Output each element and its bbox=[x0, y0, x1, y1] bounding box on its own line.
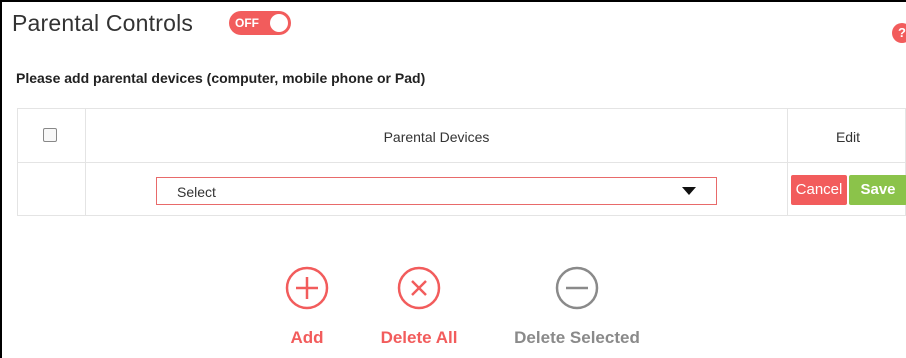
device-select-value: Select bbox=[177, 184, 216, 200]
toggle-state-label: OFF bbox=[235, 16, 259, 30]
section-subtitle: Please add parental devices (computer, m… bbox=[16, 70, 426, 86]
x-circle-icon bbox=[397, 266, 441, 310]
column-header-edit: Edit bbox=[835, 129, 861, 145]
delete-all-button[interactable]: Delete All bbox=[369, 266, 469, 348]
select-all-checkbox[interactable] bbox=[43, 128, 57, 142]
delete-selected-label: Delete Selected bbox=[514, 328, 640, 347]
window-border-left bbox=[0, 0, 2, 358]
parental-devices-table: Parental Devices Edit Select Cancel Save bbox=[17, 108, 906, 216]
table-header-row: Parental Devices Edit bbox=[18, 109, 905, 163]
dropdown-arrow-icon bbox=[682, 187, 696, 195]
device-select-dropdown[interactable]: Select bbox=[156, 177, 717, 205]
plus-circle-icon bbox=[285, 266, 329, 310]
column-header-parental-devices: Parental Devices bbox=[383, 129, 490, 145]
minus-circle-icon bbox=[555, 266, 599, 310]
column-divider bbox=[85, 109, 86, 215]
save-button[interactable]: Save bbox=[849, 175, 906, 205]
parental-controls-toggle[interactable]: OFF bbox=[229, 11, 291, 35]
delete-all-label: Delete All bbox=[380, 328, 458, 347]
add-label: Add bbox=[290, 328, 324, 347]
column-divider bbox=[787, 109, 788, 215]
window-border-top bbox=[0, 0, 906, 2]
delete-selected-button[interactable]: Delete Selected bbox=[502, 266, 652, 348]
add-button[interactable]: Add bbox=[285, 266, 329, 348]
cancel-button[interactable]: Cancel bbox=[791, 175, 847, 205]
toggle-knob bbox=[270, 14, 288, 32]
page-title: Parental Controls bbox=[12, 10, 194, 36]
question-icon[interactable]: ? bbox=[892, 23, 906, 43]
